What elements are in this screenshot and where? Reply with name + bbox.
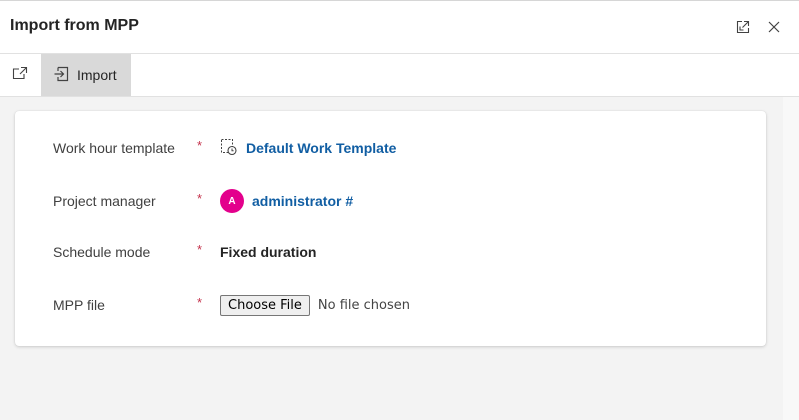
- project-manager-label: Project manager: [53, 193, 156, 209]
- work-hour-template-value: Default Work Template: [220, 132, 396, 164]
- required-marker: *: [197, 191, 203, 206]
- schedule-mode-value: Fixed duration: [220, 236, 316, 268]
- import-label: Import: [77, 67, 117, 83]
- project-manager-link[interactable]: administrator #: [252, 193, 353, 209]
- required-marker: *: [197, 138, 203, 153]
- scrollbar[interactable]: [783, 97, 799, 420]
- import-mpp-dialog: Import from MPP Import Work hour templat…: [0, 0, 799, 420]
- close-icon[interactable]: [764, 17, 784, 37]
- required-marker: *: [197, 295, 203, 310]
- schedule-mode-text: Fixed duration: [220, 244, 317, 260]
- mpp-file-row: MPP file * Choose File No file chosen: [15, 289, 766, 321]
- import-icon: [53, 66, 69, 85]
- required-marker: *: [197, 242, 203, 257]
- schedule-mode-label: Schedule mode: [53, 244, 151, 260]
- title-bar: Import from MPP: [0, 1, 799, 54]
- form-card: Work hour template * Default Work Templa…: [15, 111, 766, 346]
- command-bar: Import: [0, 54, 799, 97]
- calendar-clock-icon: [220, 138, 238, 159]
- mpp-file-input: Choose File No file chosen: [220, 289, 410, 321]
- choose-file-button[interactable]: Choose File: [220, 294, 310, 316]
- work-hour-template-link[interactable]: Default Work Template: [246, 140, 396, 156]
- project-manager-value: A administrator #: [220, 185, 353, 217]
- dialog-title: Import from MPP: [10, 17, 139, 34]
- file-status-text: No file chosen: [317, 297, 410, 313]
- schedule-mode-row: Schedule mode * Fixed duration: [15, 236, 766, 268]
- pop-out-icon: [12, 66, 28, 85]
- avatar: A: [220, 189, 244, 213]
- project-manager-row: Project manager * A administrator #: [15, 185, 766, 217]
- work-hour-template-label: Work hour template: [53, 140, 175, 156]
- pop-out-button[interactable]: [0, 54, 40, 96]
- mpp-file-label: MPP file: [53, 297, 105, 313]
- work-hour-template-row: Work hour template * Default Work Templa…: [15, 132, 766, 164]
- expand-icon[interactable]: [733, 17, 753, 37]
- import-button[interactable]: Import: [41, 54, 131, 96]
